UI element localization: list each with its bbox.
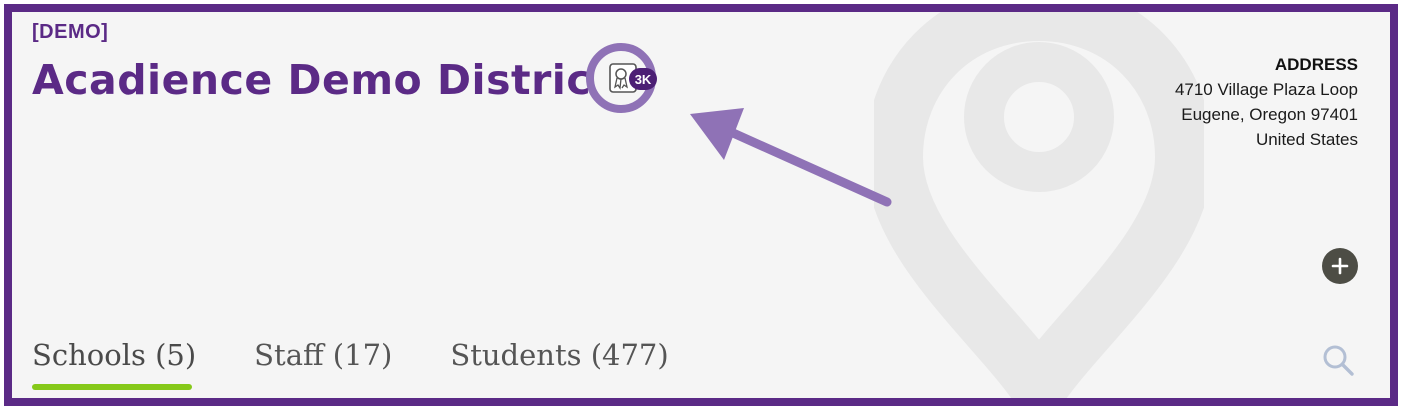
student-count-badge[interactable]: 3K xyxy=(629,68,657,90)
map-pin-watermark-icon xyxy=(874,12,1204,398)
district-header-panel: [DEMO] Acadience Demo District 3K ADDRES… xyxy=(4,4,1398,406)
tab-staff[interactable]: Staff (17) xyxy=(254,338,392,372)
demo-tag: [DEMO] xyxy=(32,21,109,43)
plus-icon xyxy=(1331,257,1349,275)
tab-schools[interactable]: Schools (5) xyxy=(32,338,196,372)
add-button[interactable] xyxy=(1322,248,1358,284)
address-line-3: United States xyxy=(1255,130,1358,149)
address-line-1: 4710 Village Plaza Loop xyxy=(1174,80,1358,99)
tab-bar: Schools (5) Staff (17) Students (477) xyxy=(32,338,727,372)
callout-arrow xyxy=(690,108,892,207)
active-tab-indicator xyxy=(32,384,192,390)
address-block: ADDRESS 4710 Village Plaza Loop Eugene, … xyxy=(1175,52,1358,152)
tab-students[interactable]: Students (477) xyxy=(450,338,668,372)
address-line-2: Eugene, Oregon 97401 xyxy=(1181,105,1358,124)
district-title: Acadience Demo District xyxy=(32,56,612,104)
address-heading: ADDRESS xyxy=(1274,55,1358,74)
search-icon[interactable] xyxy=(1320,342,1356,378)
